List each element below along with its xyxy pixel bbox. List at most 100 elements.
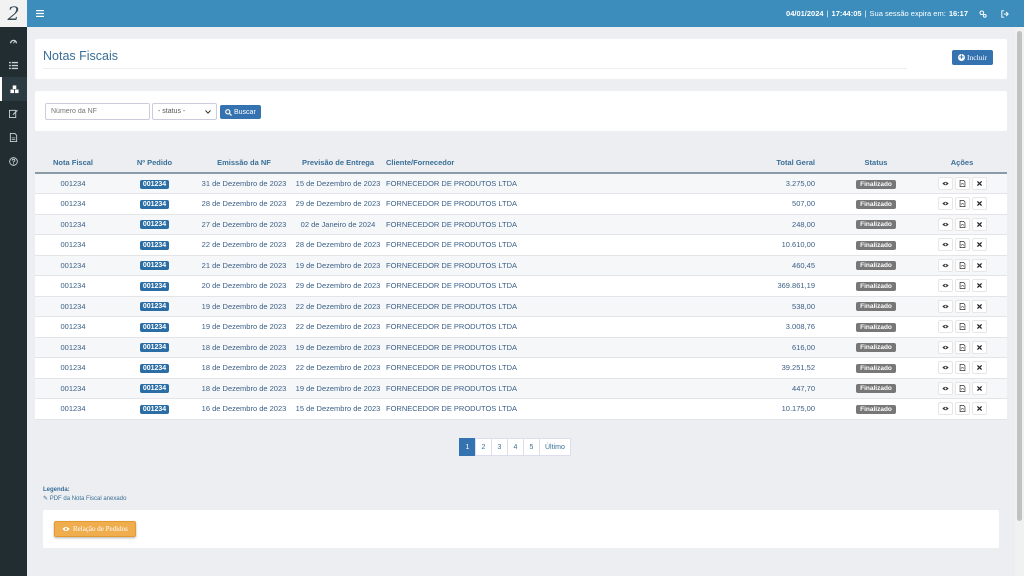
pdf-icon[interactable]: [954, 238, 970, 252]
page-5[interactable]: 5: [523, 438, 540, 456]
pedido-badge[interactable]: 001234: [139, 384, 170, 394]
cell-nota-fiscal: 001234: [35, 357, 111, 379]
pedido-badge[interactable]: 001234: [139, 220, 170, 230]
col-fornecedor[interactable]: Cliente/Fornecedor: [386, 153, 726, 174]
nf-number-input[interactable]: [45, 103, 150, 120]
settings-icon[interactable]: [976, 9, 990, 18]
orders-list-button[interactable]: Relação de Pedidos: [54, 521, 136, 537]
pedido-badge[interactable]: 001234: [139, 240, 170, 250]
status-select[interactable]: - status -: [152, 103, 217, 120]
close-icon[interactable]: [971, 402, 987, 416]
view-icon[interactable]: [937, 381, 953, 395]
pedido-badge[interactable]: 001234: [139, 302, 170, 312]
logo[interactable]: 2: [0, 0, 27, 27]
dashboard-icon[interactable]: [0, 29, 27, 53]
page-4[interactable]: 4: [507, 438, 524, 456]
search-button[interactable]: Buscar: [220, 105, 261, 119]
status-badge: Finalizado: [856, 179, 896, 189]
page-scrollbar[interactable]: [1015, 27, 1024, 576]
help-icon[interactable]: [0, 149, 27, 173]
table-row: 001234 001234 20 de Dezembro de 2023 29 de …: [35, 275, 1007, 297]
pedido-badge[interactable]: 001234: [139, 199, 170, 209]
pdf-icon[interactable]: [954, 320, 970, 334]
close-icon[interactable]: [971, 258, 987, 272]
col-status[interactable]: Status: [835, 153, 917, 174]
cell-acoes: [917, 357, 1007, 379]
close-icon[interactable]: [971, 197, 987, 211]
cell-emissao: 22 de Dezembro de 2023: [198, 234, 290, 256]
table-row: 001234 001234 18 de Dezembro de 2023 19 de …: [35, 337, 1007, 358]
cell-acoes: [917, 193, 1007, 215]
view-icon[interactable]: [937, 279, 953, 293]
menu-toggle-icon[interactable]: [31, 10, 49, 17]
cell-fornecedor: FORNECEDOR DE PRODUTOS LTDA: [386, 193, 726, 215]
session-countdown: 16:17: [948, 9, 968, 18]
close-icon[interactable]: [971, 299, 987, 313]
cell-fornecedor: FORNECEDOR DE PRODUTOS LTDA: [386, 255, 726, 276]
cell-total: 10.175,00: [726, 398, 835, 420]
pdf-icon[interactable]: [954, 299, 970, 313]
close-icon[interactable]: [971, 177, 987, 190]
view-icon[interactable]: [937, 177, 953, 190]
view-icon[interactable]: [937, 217, 953, 231]
col-total[interactable]: Total Geral: [726, 153, 835, 174]
status-badge: Finalizado: [856, 220, 896, 230]
page-last[interactable]: Último: [539, 438, 571, 456]
edit-icon[interactable]: [0, 101, 27, 125]
pedido-badge[interactable]: 001234: [139, 281, 170, 291]
view-icon[interactable]: [937, 402, 953, 416]
close-icon[interactable]: [971, 320, 987, 334]
pdf-icon[interactable]: [954, 197, 970, 211]
pdf-icon[interactable]: [954, 217, 970, 231]
page-2[interactable]: 2: [475, 438, 492, 456]
session-info: 04/01/2024 | 17:44:05 | Sua sessão expir…: [786, 0, 1024, 27]
view-icon[interactable]: [937, 197, 953, 211]
cell-nota-fiscal: 001234: [35, 193, 111, 215]
cell-previsao: 19 de Dezembro de 2023: [290, 378, 386, 399]
pedido-badge[interactable]: 001234: [139, 343, 170, 353]
pedido-badge[interactable]: 001234: [139, 363, 170, 373]
pdf-icon[interactable]: [954, 258, 970, 272]
col-previsao[interactable]: Previsão de Entrega: [290, 153, 386, 174]
col-nota-fiscal[interactable]: Nota Fiscal: [35, 153, 111, 174]
view-icon[interactable]: [937, 361, 953, 375]
close-icon[interactable]: [971, 340, 987, 354]
view-icon[interactable]: [937, 238, 953, 252]
page-1[interactable]: 1: [459, 438, 476, 456]
close-icon[interactable]: [971, 238, 987, 252]
add-button[interactable]: + Incluir: [952, 50, 993, 65]
cell-emissao: 18 de Dezembro de 2023: [198, 378, 290, 399]
close-icon[interactable]: [971, 381, 987, 395]
view-icon[interactable]: [937, 340, 953, 354]
pdf-icon[interactable]: [954, 381, 970, 395]
list-icon[interactable]: [0, 53, 27, 77]
col-pedido[interactable]: Nº Pedido: [111, 153, 198, 174]
eye-icon: [62, 527, 70, 531]
file-icon[interactable]: [0, 125, 27, 149]
logo-mark: 2: [7, 2, 20, 25]
pdf-icon[interactable]: [954, 279, 970, 293]
pdf-icon[interactable]: [954, 340, 970, 354]
col-emissao[interactable]: Emissão da NF: [198, 153, 290, 174]
pedido-badge[interactable]: 001234: [139, 404, 170, 414]
cell-acoes: [917, 214, 1007, 235]
view-icon[interactable]: [937, 299, 953, 313]
view-icon[interactable]: [937, 320, 953, 334]
cell-emissao: 18 de Dezembro de 2023: [198, 357, 290, 379]
pedido-badge[interactable]: 001234: [139, 322, 170, 332]
scrollbar-thumb[interactable]: [1017, 31, 1022, 521]
pedido-badge[interactable]: 001234: [139, 261, 170, 271]
logout-icon[interactable]: [998, 9, 1012, 18]
view-icon[interactable]: [937, 258, 953, 272]
cell-total: 538,00: [726, 296, 835, 317]
close-icon[interactable]: [971, 217, 987, 231]
pedido-badge[interactable]: 001234: [139, 179, 170, 189]
close-icon[interactable]: [971, 361, 987, 375]
page-3[interactable]: 3: [491, 438, 508, 456]
pdf-icon[interactable]: [954, 177, 970, 190]
pdf-icon[interactable]: [954, 402, 970, 416]
cell-nota-fiscal: 001234: [35, 337, 111, 358]
cubes-icon[interactable]: [0, 77, 27, 101]
pdf-icon[interactable]: [954, 361, 970, 375]
close-icon[interactable]: [971, 279, 987, 293]
